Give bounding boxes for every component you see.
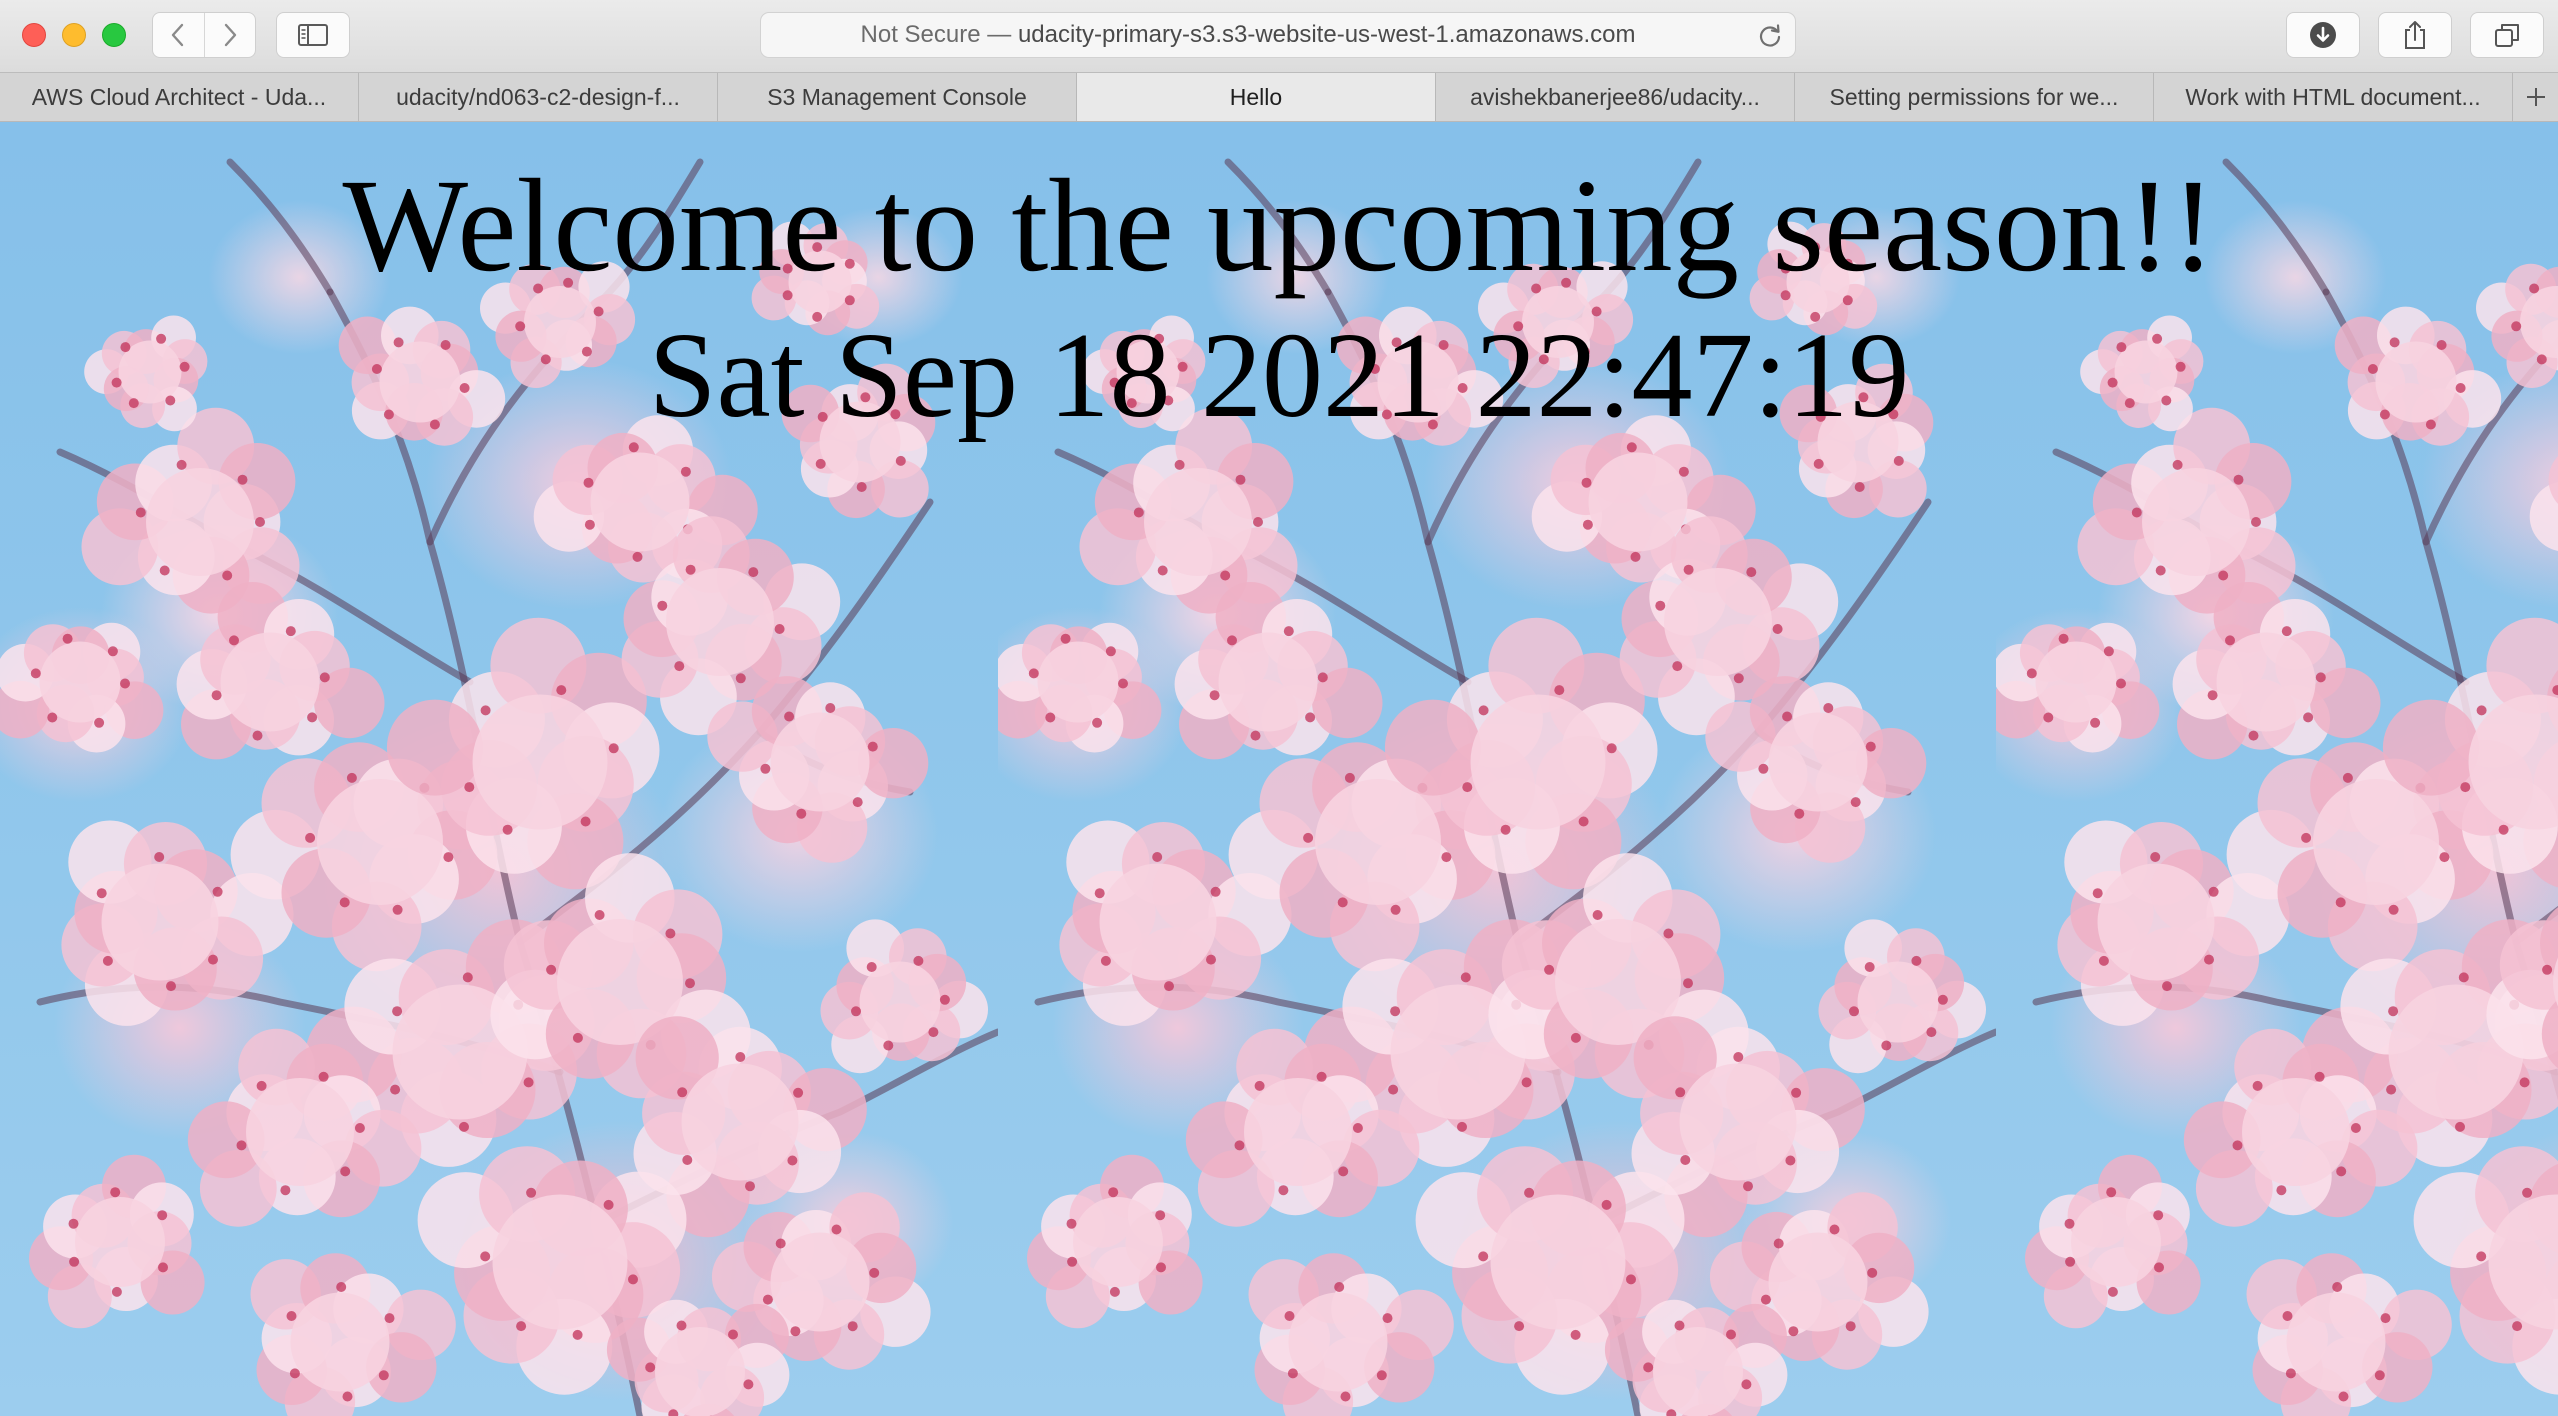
- downloads-button[interactable]: [2286, 12, 2360, 58]
- tab-bar: AWS Cloud Architect - Uda... udacity/nd0…: [0, 72, 2558, 122]
- blossom-cluster: [1996, 622, 2160, 753]
- page-headline: Welcome to the upcoming season!!: [342, 151, 2216, 299]
- blossom-cluster: [998, 622, 1162, 753]
- tab-label: AWS Cloud Architect - Uda...: [31, 83, 327, 110]
- back-icon: [172, 23, 184, 47]
- history-nav-group: [152, 12, 256, 58]
- blossom-cluster: [1027, 1154, 1203, 1329]
- zoom-window-button[interactable]: [102, 23, 126, 47]
- address-bar[interactable]: Not Secure — udacity-primary-s3.s3-websi…: [760, 12, 1796, 58]
- tab-overview-button[interactable]: [2470, 12, 2544, 58]
- forward-button[interactable]: [203, 13, 256, 57]
- tab-aws-cloud-architect[interactable]: AWS Cloud Architect - Uda...: [0, 73, 359, 121]
- sidebar-toggle-button[interactable]: [276, 12, 350, 58]
- tab-overview-icon: [2495, 24, 2519, 47]
- tab-avishek-repo[interactable]: avishekbanerjee86/udacity...: [1436, 73, 1795, 121]
- blossom-cluster: [2413, 1146, 2558, 1395]
- reload-icon[interactable]: [1757, 23, 1783, 49]
- share-icon: [2405, 21, 2425, 49]
- blossom-cluster: [29, 1154, 205, 1329]
- tab-label: avishekbanerjee86/udacity...: [1470, 83, 1760, 110]
- tab-label: Work with HTML document...: [2185, 83, 2481, 110]
- tab-label: S3 Management Console: [767, 83, 1027, 110]
- blossom-cluster: [2246, 1253, 2452, 1416]
- minimize-window-button[interactable]: [62, 23, 86, 47]
- web-page: Welcome to the upcoming season!! Sat Sep…: [0, 122, 2558, 1416]
- tab-udacity-repo[interactable]: udacity/nd063-c2-design-f...: [359, 73, 718, 121]
- download-icon: [2310, 22, 2336, 48]
- forward-icon: [224, 23, 236, 47]
- tab-s3-console[interactable]: S3 Management Console: [718, 73, 1077, 121]
- tab-html-documents[interactable]: Work with HTML document...: [2154, 73, 2513, 121]
- browser-toolbar: Not Secure — udacity-primary-s3.s3-websi…: [0, 0, 2558, 72]
- address-text: Not Secure — udacity-primary-s3.s3-websi…: [761, 13, 1735, 57]
- tab-label: udacity/nd063-c2-design-f...: [396, 83, 680, 110]
- blossom-cluster: [250, 1253, 456, 1416]
- new-tab-button[interactable]: [2513, 73, 2558, 121]
- tab-hello[interactable]: Hello: [1077, 73, 1436, 121]
- blossom-cluster: [0, 622, 164, 753]
- security-label: Not Secure —: [860, 21, 1012, 48]
- close-window-button[interactable]: [22, 23, 46, 47]
- plus-icon: [2526, 88, 2545, 106]
- tab-label: Setting permissions for we...: [1829, 83, 2119, 110]
- blossom-cluster: [1248, 1253, 1454, 1416]
- page-datetime: Sat Sep 18 2021 22:47:19: [648, 308, 1910, 443]
- back-button[interactable]: [153, 13, 204, 57]
- url-text: udacity-primary-s3.s3-website-us-west-1.…: [1017, 21, 1636, 48]
- blossom-cluster: [1705, 676, 1927, 863]
- tab-label: Hello: [1229, 83, 1283, 110]
- blossom-cluster: [707, 676, 929, 863]
- sidebar-icon: [298, 24, 328, 46]
- blossom-cluster: [2025, 1154, 2201, 1329]
- share-button[interactable]: [2378, 12, 2452, 58]
- tab-setting-permissions[interactable]: Setting permissions for we...: [1795, 73, 2154, 121]
